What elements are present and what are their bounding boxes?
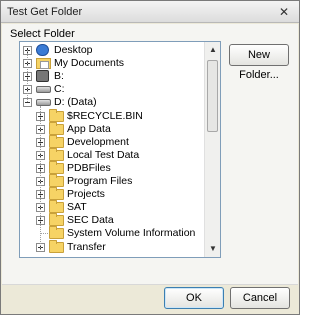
tree-item-label: My Documents [54, 57, 125, 70]
new-folder-button[interactable]: New Folder... [229, 44, 289, 81]
folder-icon [49, 187, 64, 201]
folder-icon [49, 108, 64, 122]
tree-item-label: Projects [67, 188, 105, 201]
close-icon[interactable]: ✕ [276, 4, 292, 20]
tree-item-label: PDBFiles [67, 161, 111, 174]
tree-item[interactable]: C: [20, 83, 204, 96]
tree-item[interactable]: Desktop [20, 44, 204, 57]
scroll-thumb[interactable] [207, 60, 218, 132]
tree-item-label: Program Files [67, 175, 133, 187]
footer-divider [2, 284, 298, 285]
tree-item-label: SEC Data [67, 214, 114, 227]
scroll-up-button[interactable]: ▲ [205, 42, 220, 58]
tree-guide-line [40, 106, 41, 251]
vertical-scrollbar[interactable]: ▲ ▼ [204, 42, 220, 257]
folder-icon [49, 121, 64, 135]
tree-item[interactable]: Program Files [20, 174, 204, 188]
tree-guide-line [27, 50, 28, 103]
tree-item-label: System Volume Information [67, 227, 196, 240]
tree-item-label: $RECYCLE.BIN [67, 109, 143, 122]
tree-item-label: App Data [67, 122, 111, 135]
tree-item[interactable]: Local Test Data [20, 147, 204, 162]
dialog-window: Test Get Folder ✕ Select Folder Desktop M… [0, 0, 300, 315]
tree-item[interactable]: SEC Data [20, 213, 204, 227]
documents-folder-icon [36, 58, 51, 70]
folder-icon [49, 226, 64, 240]
tree-item[interactable]: Transfer [20, 239, 204, 254]
tree-item[interactable]: Development [20, 134, 204, 149]
folder-icon [49, 160, 64, 174]
select-folder-label: Select Folder [10, 28, 75, 40]
cancel-button[interactable]: Cancel [230, 287, 290, 309]
tree-item[interactable]: My Documents [20, 57, 204, 70]
network-drive-icon [36, 70, 49, 83]
folder-tree-items: Desktop My Documents B: C: D: (Data) $RECYCLE… [20, 42, 204, 257]
tree-item-label: Desktop [54, 44, 93, 56]
folder-tree[interactable]: Desktop My Documents B: C: D: (Data) $RECYCLE… [19, 41, 221, 258]
tree-connector [40, 233, 48, 235]
folder-icon [49, 200, 64, 214]
folder-icon [49, 213, 64, 227]
drive-icon [36, 86, 51, 94]
title-bar[interactable]: Test Get Folder ✕ [1, 1, 299, 23]
tree-item-label: D: (Data) [54, 96, 97, 109]
tree-item[interactable]: App Data [20, 121, 204, 136]
ok-button[interactable]: OK [164, 287, 224, 309]
tree-item[interactable]: SAT [20, 200, 204, 214]
window-title: Test Get Folder [7, 6, 83, 18]
tree-item[interactable]: D: (Data) [20, 96, 204, 109]
scroll-down-button[interactable]: ▼ [205, 241, 220, 257]
tree-item[interactable]: B: [20, 70, 204, 83]
folder-icon [49, 134, 64, 148]
tree-item[interactable]: Projects [20, 187, 204, 201]
tree-item-label: Local Test Data [67, 148, 140, 161]
tree-item-label: B: [54, 70, 64, 83]
drive-icon [36, 99, 51, 107]
tree-item-label: Development [67, 135, 129, 148]
folder-icon [49, 147, 64, 161]
folder-icon [49, 239, 64, 253]
folder-icon [49, 174, 64, 187]
tree-item-label: C: [54, 83, 65, 96]
desktop-icon [36, 44, 49, 56]
tree-item-label: Transfer [67, 240, 106, 253]
tree-item-label: SAT [67, 201, 87, 214]
tree-item[interactable]: System Volume Information [20, 226, 204, 240]
tree-item[interactable]: PDBFiles [20, 160, 204, 175]
tree-item[interactable]: $RECYCLE.BIN [20, 108, 204, 123]
